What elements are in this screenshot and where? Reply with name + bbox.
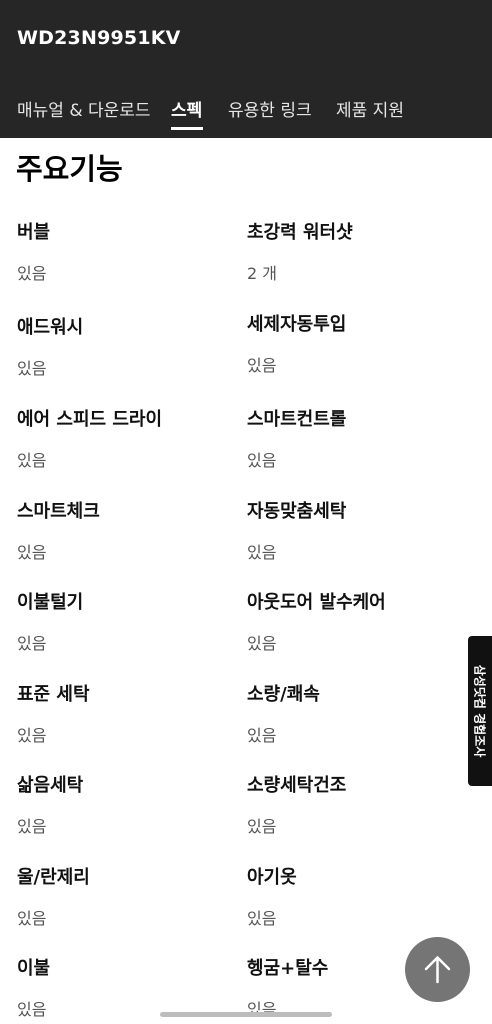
tab-useful-links[interactable]: 유용한 링크 <box>228 96 312 121</box>
survey-label: 삼성닷컴 경험조사 <box>472 664 487 758</box>
spec-item: 버블 있음 <box>17 221 247 284</box>
spec-item: 아웃도어 발수케어 있음 <box>247 591 477 654</box>
spec-label: 에어 스피드 드라이 <box>17 409 163 430</box>
spec-item: 아기옷 있음 <box>247 866 477 929</box>
spec-value: 있음 <box>247 909 277 928</box>
spec-item: 소량세탁건조 있음 <box>247 774 477 837</box>
spec-value: 있음 <box>247 543 277 562</box>
spec-label: 삶음세탁 <box>17 775 84 796</box>
top-header: WD23N9951KV 매뉴얼 & 다운로드 스펙 유용한 링크 제품 지원 <box>0 0 492 138</box>
spec-value: 있음 <box>247 356 277 375</box>
spec-label: 버블 <box>17 222 51 243</box>
spec-value: 있음 <box>17 634 47 653</box>
spec-label: 스마트체크 <box>17 501 100 522</box>
spec-value: 있음 <box>17 726 47 745</box>
spec-item: 표준 세탁 있음 <box>17 683 247 746</box>
tab-bar: 매뉴얼 & 다운로드 스펙 유용한 링크 제품 지원 <box>0 96 492 138</box>
spec-item: 울/란제리 있음 <box>17 866 247 929</box>
home-indicator <box>160 1012 332 1017</box>
spec-value: 있음 <box>17 264 47 283</box>
spec-label: 애드워시 <box>17 317 84 338</box>
spec-label: 소량세탁건조 <box>247 775 347 796</box>
spec-item: 스마트체크 있음 <box>17 500 247 563</box>
spec-value: 2 개 <box>247 264 277 283</box>
spec-value: 있음 <box>17 1000 47 1019</box>
tab-product-support[interactable]: 제품 지원 <box>336 96 404 121</box>
scroll-to-top-button[interactable] <box>405 937 470 1002</box>
spec-item: 에어 스피드 드라이 있음 <box>17 408 247 471</box>
spec-item: 이불 있음 <box>17 957 247 1020</box>
tab-manuals[interactable]: 매뉴얼 & 다운로드 <box>17 96 151 121</box>
spec-value: 있음 <box>17 359 47 378</box>
spec-value: 있음 <box>247 817 277 836</box>
spec-label: 소량/쾌속 <box>247 684 320 705</box>
spec-label: 표준 세탁 <box>17 684 90 705</box>
spec-label: 울/란제리 <box>17 867 90 888</box>
active-tab-indicator <box>171 127 203 130</box>
spec-item: 자동맞춤세탁 있음 <box>247 500 477 563</box>
spec-item: 스마트컨트롤 있음 <box>247 408 477 471</box>
tab-specs[interactable]: 스펙 <box>171 96 202 121</box>
spec-item: 애드워시 있음 <box>17 316 247 379</box>
spec-label: 자동맞춤세탁 <box>247 501 347 522</box>
model-number: WD23N9951KV <box>17 27 181 49</box>
arrow-up-icon <box>424 956 451 984</box>
spec-item: 이불털기 있음 <box>17 591 247 654</box>
spec-item: 삶음세탁 있음 <box>17 774 247 837</box>
spec-value: 있음 <box>17 817 47 836</box>
experience-survey-tab[interactable]: 삼성닷컴 경험조사 <box>468 636 492 786</box>
spec-value: 있음 <box>247 634 277 653</box>
spec-value: 있음 <box>17 451 47 470</box>
section-title: 주요기능 <box>16 152 123 186</box>
spec-value: 있음 <box>247 1000 277 1019</box>
spec-value: 있음 <box>247 726 277 745</box>
spec-value: 있음 <box>247 451 277 470</box>
spec-label: 스마트컨트롤 <box>247 409 347 430</box>
spec-value: 있음 <box>17 543 47 562</box>
spec-item: 소량/쾌속 있음 <box>247 683 477 746</box>
spec-value: 있음 <box>17 909 47 928</box>
spec-item: 초강력 워터샷 2 개 <box>247 221 477 284</box>
spec-label: 세제자동투입 <box>247 314 347 335</box>
spec-label: 초강력 워터샷 <box>247 222 353 243</box>
spec-label: 이불털기 <box>17 592 84 613</box>
spec-item: 세제자동투입 있음 <box>247 313 477 376</box>
spec-label: 아기옷 <box>247 867 297 888</box>
spec-label: 아웃도어 발수케어 <box>247 592 386 613</box>
spec-label: 이불 <box>17 958 51 979</box>
